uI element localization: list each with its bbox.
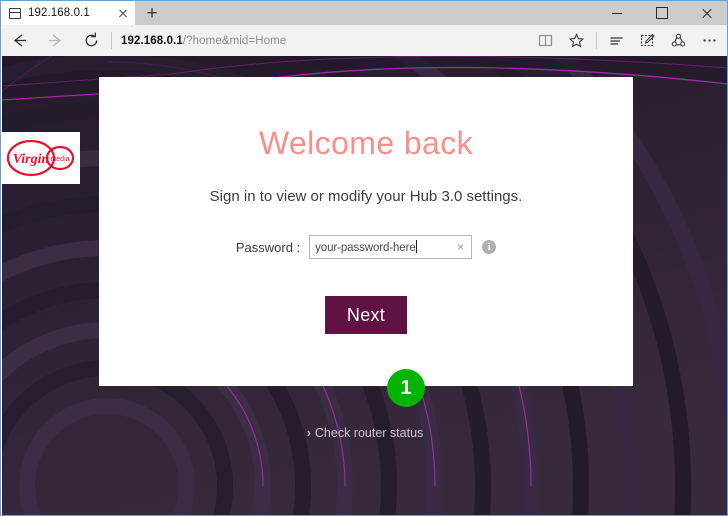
login-card: Welcome back Sign in to view or modify y…: [99, 77, 633, 386]
address-host: 192.168.0.1: [121, 34, 183, 47]
address-path: /?home&mid=Home: [182, 34, 287, 47]
next-button-row: Next: [99, 296, 633, 334]
check-router-status-link[interactable]: › Check router status: [2, 426, 727, 440]
clear-input-icon[interactable]: ×: [454, 241, 467, 253]
close-icon[interactable]: [115, 5, 131, 21]
check-router-status-label: Check router status: [314, 426, 424, 440]
address-bar[interactable]: 192.168.0.1/?home&mid=Home: [109, 25, 530, 56]
password-row: Password : your-password-here × i: [99, 235, 633, 259]
ellipsis-icon[interactable]: [694, 25, 725, 56]
toolbar-divider: [596, 32, 597, 49]
svg-text:Virgin: Virgin: [13, 152, 50, 167]
maximize-icon[interactable]: [639, 1, 684, 25]
virgin-media-logo-mark: Virgin media: [6, 139, 75, 177]
forward-arrow-icon[interactable]: [37, 25, 73, 56]
next-button[interactable]: Next: [325, 296, 407, 334]
page-title: Welcome back: [258, 125, 474, 161]
back-arrow-icon[interactable]: [1, 25, 37, 56]
svg-text:media: media: [50, 156, 69, 163]
new-tab-button[interactable]: [135, 1, 169, 25]
virgin-media-logo: Virgin media: [2, 132, 80, 184]
minimize-icon[interactable]: [594, 1, 639, 25]
password-input[interactable]: your-password-here ×: [309, 235, 473, 259]
book-icon[interactable]: [530, 25, 561, 56]
refresh-icon[interactable]: [73, 25, 109, 56]
info-icon[interactable]: i: [482, 240, 497, 254]
star-icon[interactable]: [561, 25, 592, 56]
tab-title: 192.168.0.1: [28, 7, 90, 19]
window-controls: [594, 1, 727, 25]
web-note-pencil-icon[interactable]: [632, 25, 663, 56]
tab-strip: 192.168.0.1: [1, 1, 727, 25]
browser-window: 192.168.0.1 + 192.168.0.1 /?home&mid=Hom…: [0, 0, 728, 516]
window-close-icon[interactable]: [684, 1, 727, 25]
share-icon[interactable]: [663, 25, 694, 56]
text-caret: [415, 240, 417, 253]
hub-lines-icon[interactable]: [601, 25, 632, 56]
page-subtitle: Sign in to view or modify your Hub 3.0 s…: [209, 188, 523, 205]
page-viewport: Virgin media Welcome back Sign in to vie…: [2, 56, 727, 515]
toolbar-buttons: [530, 25, 727, 56]
browser-tab[interactable]: 192.168.0.1: [1, 1, 135, 25]
chevron-right-icon: ›: [306, 426, 311, 440]
page-icon: [9, 7, 21, 19]
navigation-bar: 192.168.0.1/?home&mid=Home: [1, 25, 727, 56]
password-value: your-password-here: [315, 242, 416, 254]
password-label: Password :: [235, 239, 301, 255]
step-badge: 1: [387, 369, 425, 407]
